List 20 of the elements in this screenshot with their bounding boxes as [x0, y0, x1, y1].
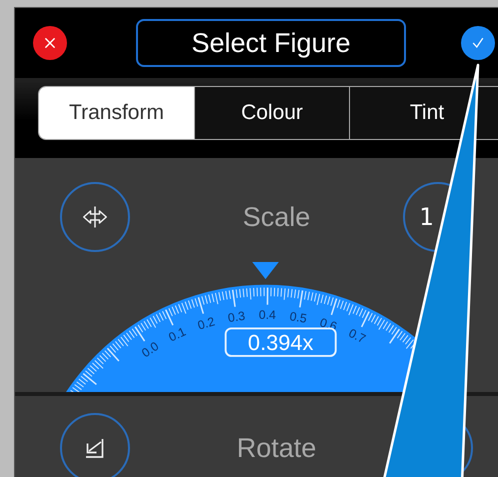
close-button[interactable]	[33, 26, 67, 60]
section-label: Scale	[242, 202, 310, 232]
flip-button[interactable]	[60, 182, 130, 252]
tick-label: 0.0	[139, 339, 162, 360]
tab[interactable]: Colour	[194, 87, 349, 139]
tick-label: 0.3	[227, 308, 246, 326]
window-title: Select Figure	[136, 19, 406, 67]
rotate-button[interactable]	[60, 413, 130, 477]
tab[interactable]: Transform	[39, 87, 194, 139]
checkmark-icon	[470, 35, 486, 51]
section-label: Rotate	[236, 432, 316, 464]
tick-label: 0.4	[258, 308, 276, 322]
tab[interactable]: Tint	[349, 87, 498, 139]
pointer-icon	[252, 262, 279, 280]
tick-label: 0.2	[196, 314, 216, 333]
confirm-button[interactable]	[461, 26, 495, 60]
tick-label: 0.1	[166, 324, 188, 344]
close-icon	[43, 36, 57, 50]
tick-label: 0.5	[288, 309, 308, 326]
tick-label: 0.7	[346, 326, 368, 346]
